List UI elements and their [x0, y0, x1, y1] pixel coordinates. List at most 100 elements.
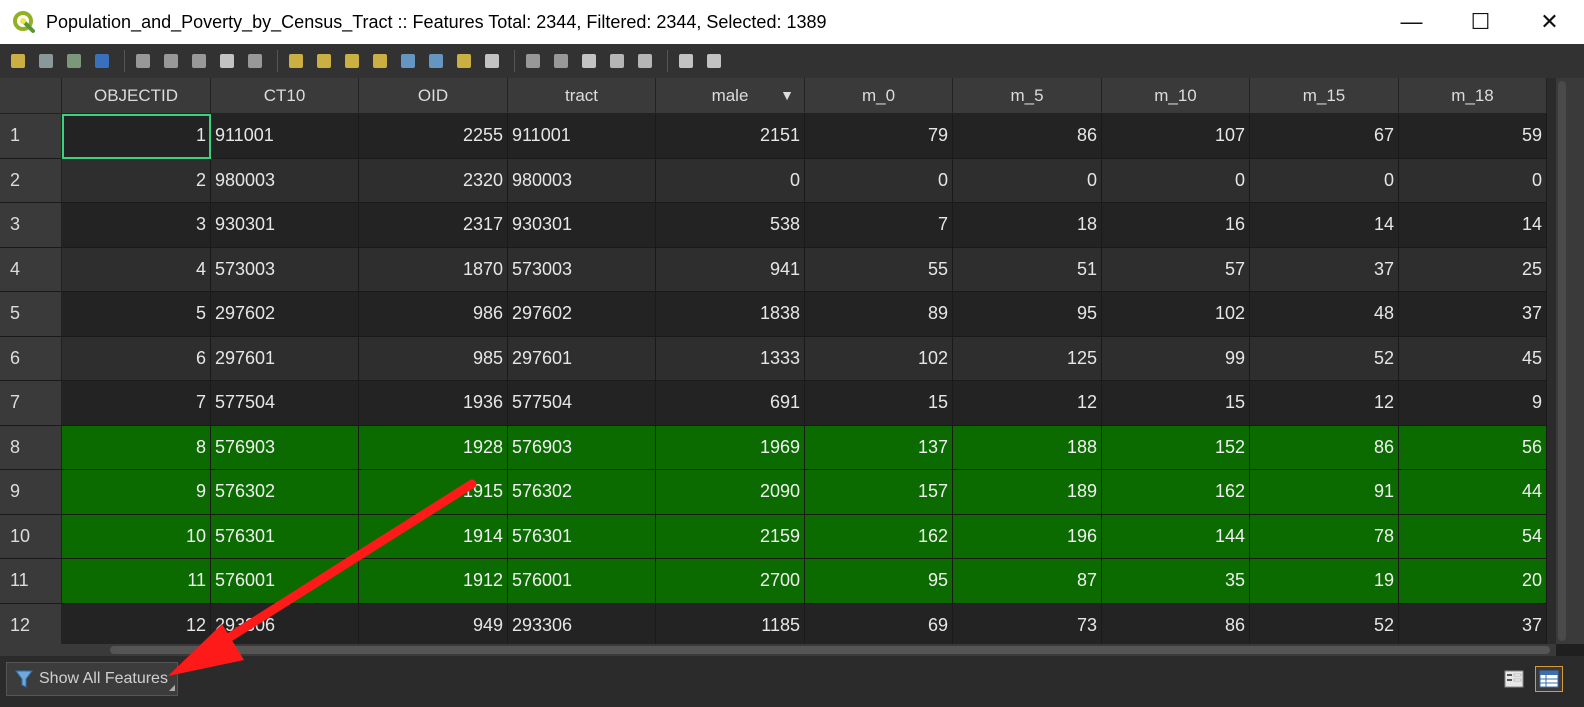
table-cell[interactable]: 2 — [62, 158, 211, 203]
cut-button[interactable] — [187, 49, 211, 73]
table-cell[interactable]: 9 — [62, 470, 211, 515]
paste-button[interactable] — [243, 49, 267, 73]
new-field-button[interactable] — [521, 49, 545, 73]
table-cell[interactable]: 189 — [953, 470, 1102, 515]
row-header[interactable]: 2 — [0, 158, 62, 203]
table-cell[interactable]: 576903 — [211, 425, 359, 470]
table-cell[interactable]: 99 — [1102, 336, 1250, 381]
table-cell[interactable]: 941 — [656, 247, 805, 292]
table-cell[interactable]: 2320 — [359, 158, 508, 203]
table-cell[interactable]: 14 — [1250, 203, 1399, 248]
table-row[interactable]: 9 9 576302 1915 576302 2090 157 189 162 91 44 — [0, 470, 1547, 515]
column-header-oid[interactable]: OID — [359, 78, 508, 114]
table-cell[interactable]: 69 — [805, 603, 953, 644]
column-header-m-0[interactable]: m_0 — [805, 78, 953, 114]
table-cell[interactable]: 86 — [1250, 425, 1399, 470]
table-cell[interactable]: 0 — [1102, 158, 1250, 203]
pan-to-selected-button[interactable] — [452, 49, 476, 73]
row-header[interactable]: 3 — [0, 203, 62, 248]
show-all-features-button[interactable]: Show All Features ◢ — [6, 662, 178, 696]
field-calculator-button[interactable] — [577, 49, 601, 73]
table-cell[interactable]: 12 — [1250, 381, 1399, 426]
edit-pencil-button[interactable] — [6, 49, 30, 73]
table-cell[interactable]: 162 — [1102, 470, 1250, 515]
table-row[interactable]: 11 11 576001 1912 576001 2700 95 87 35 19 20 — [0, 559, 1547, 604]
table-cell[interactable]: 986 — [359, 292, 508, 337]
table-cell[interactable]: 577504 — [508, 381, 656, 426]
table-cell[interactable]: 44 — [1399, 470, 1547, 515]
table-cell[interactable]: 35 — [1102, 559, 1250, 604]
row-header[interactable]: 11 — [0, 559, 62, 604]
invert-selection-button[interactable] — [340, 49, 364, 73]
table-cell[interactable]: 86 — [953, 114, 1102, 159]
table-cell[interactable]: 1936 — [359, 381, 508, 426]
horizontal-scrollbar[interactable] — [0, 644, 1556, 656]
row-header[interactable]: 12 — [0, 603, 62, 644]
conditional-format-button[interactable] — [605, 49, 629, 73]
copy-button[interactable] — [215, 49, 239, 73]
table-cell[interactable]: 9 — [1399, 381, 1547, 426]
table-cell[interactable]: 6 — [62, 336, 211, 381]
table-cell[interactable]: 1 — [62, 114, 211, 159]
table-cell[interactable]: 0 — [1399, 158, 1547, 203]
filter-select-button[interactable] — [396, 49, 420, 73]
add-feature-button[interactable] — [131, 49, 155, 73]
column-header-ct10[interactable]: CT10 — [211, 78, 359, 114]
table-cell[interactable]: 911001 — [508, 114, 656, 159]
table-row[interactable]: 3 3 930301 2317 930301 538 7 18 16 14 14 — [0, 203, 1547, 248]
organize-columns-button[interactable] — [633, 49, 657, 73]
table-cell[interactable]: 12 — [62, 603, 211, 644]
table-cell[interactable]: 55 — [805, 247, 953, 292]
table-cell[interactable]: 102 — [805, 336, 953, 381]
table-cell[interactable]: 162 — [805, 514, 953, 559]
row-header[interactable]: 6 — [0, 336, 62, 381]
maximize-button[interactable]: ☐ — [1446, 0, 1515, 44]
dock-button[interactable] — [674, 49, 698, 73]
column-header-m-15[interactable]: m_15 — [1250, 78, 1399, 114]
table-cell[interactable]: 157 — [805, 470, 953, 515]
vertical-scrollbar-thumb[interactable] — [1558, 81, 1566, 641]
table-row[interactable]: 5 5 297602 986 297602 1838 89 95 102 48 37 — [0, 292, 1547, 337]
table-cell[interactable]: 45 — [1399, 336, 1547, 381]
row-header[interactable]: 1 — [0, 114, 62, 159]
table-cell[interactable]: 73 — [953, 603, 1102, 644]
table-cell[interactable]: 576302 — [508, 470, 656, 515]
column-header-m-5[interactable]: m_5 — [953, 78, 1102, 114]
table-cell[interactable]: 51 — [953, 247, 1102, 292]
table-cell[interactable]: 89 — [805, 292, 953, 337]
table-cell[interactable]: 573003 — [211, 247, 359, 292]
table-cell[interactable]: 87 — [953, 559, 1102, 604]
table-cell[interactable]: 12 — [953, 381, 1102, 426]
move-selection-top-button[interactable] — [424, 49, 448, 73]
table-cell[interactable]: 95 — [953, 292, 1102, 337]
table-cell[interactable]: 576301 — [211, 514, 359, 559]
table-cell[interactable]: 1912 — [359, 559, 508, 604]
table-cell[interactable]: 1838 — [656, 292, 805, 337]
table-cell[interactable]: 2255 — [359, 114, 508, 159]
table-cell[interactable]: 573003 — [508, 247, 656, 292]
table-cell[interactable]: 7 — [805, 203, 953, 248]
table-view-button[interactable] — [1535, 666, 1563, 692]
column-header-tract[interactable]: tract — [508, 78, 656, 114]
table-cell[interactable]: 52 — [1250, 336, 1399, 381]
row-header[interactable]: 9 — [0, 470, 62, 515]
table-cell[interactable]: 2159 — [656, 514, 805, 559]
table-cell[interactable]: 48 — [1250, 292, 1399, 337]
table-cell[interactable]: 293306 — [211, 603, 359, 644]
table-cell[interactable]: 576903 — [508, 425, 656, 470]
table-cell[interactable]: 137 — [805, 425, 953, 470]
table-cell[interactable]: 1185 — [656, 603, 805, 644]
table-row[interactable]: 6 6 297601 985 297601 1333 102 125 99 52 45 — [0, 336, 1547, 381]
table-cell[interactable]: 297602 — [508, 292, 656, 337]
row-header[interactable]: 10 — [0, 514, 62, 559]
table-cell[interactable]: 1928 — [359, 425, 508, 470]
zoom-to-selected-button[interactable] — [480, 49, 504, 73]
table-cell[interactable]: 576001 — [508, 559, 656, 604]
column-header-m-10[interactable]: m_10 — [1102, 78, 1250, 114]
table-row[interactable]: 10 10 576301 1914 576301 2159 162 196 144 78 54 — [0, 514, 1547, 559]
table-cell[interactable]: 576001 — [211, 559, 359, 604]
table-cell[interactable]: 2700 — [656, 559, 805, 604]
table-cell[interactable]: 14 — [1399, 203, 1547, 248]
table-cell[interactable]: 980003 — [211, 158, 359, 203]
select-all-button[interactable] — [312, 49, 336, 73]
